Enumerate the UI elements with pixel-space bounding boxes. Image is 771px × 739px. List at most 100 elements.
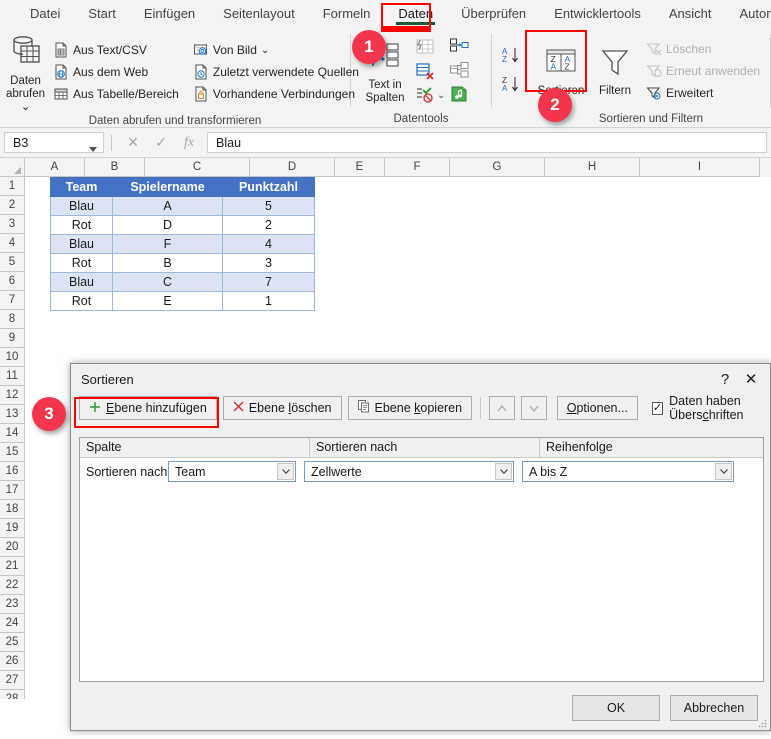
- table-row[interactable]: Rot D 2: [50, 215, 315, 235]
- cell-punktzahl[interactable]: 1: [222, 291, 315, 311]
- reapply-button[interactable]: Erneut anwenden: [644, 61, 762, 81]
- resize-grip[interactable]: [757, 717, 767, 728]
- row-header[interactable]: 18: [0, 500, 25, 519]
- tab-seitenlayout[interactable]: Seitenlayout: [209, 0, 309, 28]
- name-box[interactable]: B3: [4, 132, 104, 153]
- row-header[interactable]: 1: [0, 177, 25, 196]
- clear-filter-button[interactable]: Löschen: [644, 39, 762, 59]
- headers-checkbox[interactable]: ✓: [651, 401, 664, 415]
- tab-ansicht[interactable]: Ansicht: [655, 0, 726, 28]
- cell-punktzahl[interactable]: 5: [222, 196, 315, 216]
- row-header[interactable]: 26: [0, 652, 25, 671]
- tab-automatisieren[interactable]: Autom: [726, 0, 771, 28]
- row-header[interactable]: 3: [0, 215, 25, 234]
- chevron-down-icon[interactable]: [495, 463, 512, 480]
- column-header-i[interactable]: I: [640, 158, 760, 177]
- row-header[interactable]: 21: [0, 557, 25, 576]
- row-header[interactable]: 16: [0, 462, 25, 481]
- chevron-down-icon[interactable]: ⌄: [261, 45, 269, 56]
- cell-spielername[interactable]: E: [112, 291, 223, 311]
- formula-input[interactable]: Blau: [207, 132, 767, 153]
- move-up-button[interactable]: [488, 396, 515, 420]
- row-header[interactable]: 13: [0, 405, 25, 424]
- cell-spielername[interactable]: F: [112, 234, 223, 254]
- cell-spielername[interactable]: C: [112, 272, 223, 292]
- sort-on-select[interactable]: Zellwerte: [304, 461, 514, 482]
- row-header[interactable]: 19: [0, 519, 25, 538]
- table-row[interactable]: Blau F 4: [50, 234, 315, 254]
- row-header[interactable]: 7: [0, 291, 25, 310]
- row-header[interactable]: 15: [0, 443, 25, 462]
- cell-team[interactable]: Rot: [50, 253, 113, 273]
- table-row[interactable]: Rot B 3: [50, 253, 315, 273]
- cell-team[interactable]: Blau: [50, 272, 113, 292]
- row-header[interactable]: 2: [0, 196, 25, 215]
- cell-punktzahl[interactable]: 3: [222, 253, 315, 273]
- select-all-corner[interactable]: [0, 158, 25, 177]
- cancel-button[interactable]: Abbrechen: [670, 695, 758, 721]
- tab-start[interactable]: Start: [74, 0, 129, 28]
- from-table-range-button[interactable]: Aus Tabelle/Bereich: [51, 84, 181, 104]
- column-header-e[interactable]: E: [335, 158, 385, 177]
- add-level-button[interactable]: Ebene hinzufügen: [79, 396, 217, 420]
- cell-punktzahl[interactable]: 2: [222, 215, 315, 235]
- column-header-h[interactable]: H: [545, 158, 640, 177]
- chevron-down-icon[interactable]: [715, 463, 732, 480]
- column-header-c[interactable]: C: [145, 158, 250, 177]
- column-select[interactable]: Team: [168, 461, 296, 482]
- chevron-down-icon[interactable]: [89, 141, 97, 155]
- row-header[interactable]: 9: [0, 329, 25, 348]
- table-row[interactable]: Blau C 7: [50, 272, 315, 292]
- chevron-down-icon[interactable]: ⌄: [437, 90, 445, 101]
- data-model-icon[interactable]: [449, 85, 469, 106]
- row-header[interactable]: 4: [0, 234, 25, 253]
- advanced-filter-button[interactable]: Erweitert: [644, 83, 762, 103]
- row-header[interactable]: 24: [0, 614, 25, 633]
- help-icon[interactable]: ?: [712, 366, 738, 392]
- row-header[interactable]: 28: [0, 690, 25, 699]
- move-down-button[interactable]: [520, 396, 547, 420]
- row-header[interactable]: 11: [0, 367, 25, 386]
- insert-function-icon[interactable]: fx: [175, 135, 203, 151]
- column-header-f[interactable]: F: [385, 158, 450, 177]
- ok-button[interactable]: OK: [572, 695, 660, 721]
- relationships-icon[interactable]: [449, 61, 469, 82]
- delete-level-button[interactable]: Ebene löschen: [222, 396, 342, 420]
- row-header[interactable]: 6: [0, 272, 25, 291]
- from-picture-button[interactable]: Von Bild ⌄: [191, 40, 361, 60]
- cell-team[interactable]: Blau: [50, 196, 113, 216]
- row-header[interactable]: 12: [0, 386, 25, 405]
- row-header[interactable]: 20: [0, 538, 25, 557]
- cell-spielername[interactable]: A: [112, 196, 223, 216]
- column-header-a[interactable]: A: [25, 158, 85, 177]
- row-header[interactable]: 23: [0, 595, 25, 614]
- row-header[interactable]: 17: [0, 481, 25, 500]
- tab-datei[interactable]: Datei: [16, 0, 74, 28]
- cell-spielername[interactable]: D: [112, 215, 223, 235]
- cancel-entry-icon[interactable]: ✕: [119, 134, 147, 151]
- table-row[interactable]: Rot E 1: [50, 291, 315, 311]
- sort-za-icon[interactable]: ZA: [502, 75, 528, 96]
- confirm-entry-icon[interactable]: ✓: [147, 134, 175, 151]
- row-header[interactable]: 10: [0, 348, 25, 367]
- cell-punktzahl[interactable]: 4: [222, 234, 315, 254]
- data-validation-icon[interactable]: ⌄: [415, 86, 445, 104]
- column-header-b[interactable]: B: [85, 158, 145, 177]
- order-select[interactable]: A bis Z: [522, 461, 734, 482]
- filtern-button[interactable]: Filtern: [590, 44, 640, 98]
- tab-einfuegen[interactable]: Einfügen: [130, 0, 209, 28]
- tab-ueberpruefen[interactable]: Überprüfen: [447, 0, 540, 28]
- row-header[interactable]: 22: [0, 576, 25, 595]
- tab-entwicklertools[interactable]: Entwicklertools: [540, 0, 655, 28]
- existing-connections-button[interactable]: Vorhandene Verbindungen: [191, 84, 361, 104]
- row-header[interactable]: 25: [0, 633, 25, 652]
- cell-punktzahl[interactable]: 7: [222, 272, 315, 292]
- column-header-g[interactable]: G: [450, 158, 545, 177]
- get-data-button[interactable]: Daten abrufen ⌄: [6, 30, 45, 114]
- recent-sources-button[interactable]: Zuletzt verwendete Quellen: [191, 62, 361, 82]
- row-header[interactable]: 8: [0, 310, 25, 329]
- from-web-button[interactable]: Aus dem Web: [51, 62, 181, 82]
- sort-az-icon[interactable]: AZ: [502, 46, 528, 67]
- cell-team[interactable]: Blau: [50, 234, 113, 254]
- row-header[interactable]: 27: [0, 671, 25, 690]
